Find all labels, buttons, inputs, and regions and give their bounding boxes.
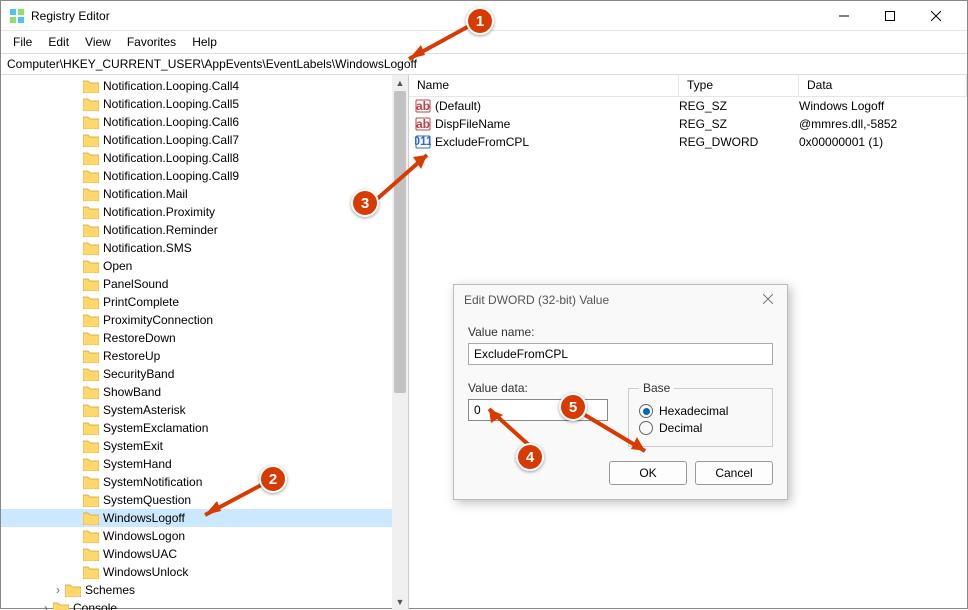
dialog-titlebar[interactable]: Edit DWORD (32-bit) Value xyxy=(454,285,787,315)
tree-item-restoredown[interactable]: RestoreDown xyxy=(1,329,408,347)
column-header-type[interactable]: Type xyxy=(679,75,799,96)
value-row-dispfilename[interactable]: ab DispFileNameREG_SZ@mmres.dll,-5852 xyxy=(409,115,967,133)
tree-item-restoreup[interactable]: RestoreUp xyxy=(1,347,408,365)
maximize-button[interactable] xyxy=(867,1,913,31)
address-bar xyxy=(1,53,967,75)
dialog-title: Edit DWORD (32-bit) Value xyxy=(464,293,609,307)
menu-favorites[interactable]: Favorites xyxy=(119,33,184,51)
value-data: 0x00000001 (1) xyxy=(799,135,967,149)
address-input[interactable] xyxy=(1,55,967,73)
value-row-excludefromcpl[interactable]: 011 ExcludeFromCPLREG_DWORD0x00000001 (1) xyxy=(409,133,967,151)
tree-item-panelsound[interactable]: PanelSound xyxy=(1,275,408,293)
tree-item-notification-looping-call4[interactable]: Notification.Looping.Call4 xyxy=(1,77,408,95)
tree-item-notification-looping-call5[interactable]: Notification.Looping.Call5 xyxy=(1,95,408,113)
tree-item-showband[interactable]: ShowBand xyxy=(1,383,408,401)
value-row--default-[interactable]: ab (Default)REG_SZWindows Logoff xyxy=(409,97,967,115)
scroll-down-button[interactable]: ▼ xyxy=(392,594,408,610)
scroll-track[interactable] xyxy=(392,91,408,594)
values-header: Name Type Data xyxy=(409,75,967,97)
tree-scrollbar[interactable]: ▲ ▼ xyxy=(392,75,408,610)
value-data-field[interactable] xyxy=(468,399,608,421)
menu-file[interactable]: File xyxy=(5,33,40,51)
menu-help[interactable]: Help xyxy=(184,33,225,51)
close-icon xyxy=(763,294,773,304)
step-badge-5: 5 xyxy=(559,393,587,421)
ok-button[interactable]: OK xyxy=(609,461,687,485)
tree-item-notification-reminder[interactable]: Notification.Reminder xyxy=(1,221,408,239)
radio-decimal[interactable]: Decimal xyxy=(639,421,762,435)
step-badge-3: 3 xyxy=(351,189,379,217)
value-name-label: Value name: xyxy=(468,325,773,339)
edit-dword-dialog: Edit DWORD (32-bit) Value Value name: Va… xyxy=(453,284,788,500)
tree-item-systemexit[interactable]: SystemExit xyxy=(1,437,408,455)
radio-dec-label: Decimal xyxy=(659,421,702,435)
tree-item-systemhand[interactable]: SystemHand xyxy=(1,455,408,473)
chevron-right-icon: › xyxy=(51,583,65,597)
tree-item-notification-proximity[interactable]: Notification.Proximity xyxy=(1,203,408,221)
radio-icon xyxy=(639,421,653,435)
cancel-button[interactable]: Cancel xyxy=(695,461,773,485)
value-type: REG_SZ xyxy=(679,117,799,131)
step-badge-2: 2 xyxy=(259,465,287,493)
tree-item-systemquestion[interactable]: SystemQuestion xyxy=(1,491,408,509)
tree-item-notification-looping-call9[interactable]: Notification.Looping.Call9 xyxy=(1,167,408,185)
close-window-button[interactable] xyxy=(913,1,959,31)
app-icon xyxy=(9,8,25,24)
value-type: REG_SZ xyxy=(679,99,799,113)
window-title: Registry Editor xyxy=(31,9,821,23)
value-name: ExcludeFromCPL xyxy=(435,135,679,149)
tree-pane[interactable]: Notification.Looping.Call4Notification.L… xyxy=(1,75,409,610)
menu-view[interactable]: View xyxy=(77,33,119,51)
tree-item-proximityconnection[interactable]: ProximityConnection xyxy=(1,311,408,329)
value-name-field xyxy=(468,343,773,365)
scroll-thumb[interactable] xyxy=(394,91,406,393)
tree-item-windowslogoff[interactable]: WindowsLogoff xyxy=(1,509,408,527)
tree-item-printcomplete[interactable]: PrintComplete xyxy=(1,293,408,311)
column-header-name[interactable]: Name xyxy=(409,75,679,96)
value-data-label: Value data: xyxy=(468,381,608,395)
tree-item-windowsunlock[interactable]: WindowsUnlock xyxy=(1,563,408,581)
tree-item-console[interactable]: ›Console xyxy=(1,599,408,610)
svg-text:011: 011 xyxy=(415,134,431,148)
tree-item-systemexclamation[interactable]: SystemExclamation xyxy=(1,419,408,437)
tree-item-open[interactable]: Open xyxy=(1,257,408,275)
tree-item-notification-mail[interactable]: Notification.Mail xyxy=(1,185,408,203)
step-badge-4: 4 xyxy=(516,443,544,471)
scroll-up-button[interactable]: ▲ xyxy=(392,75,408,91)
svg-text:ab: ab xyxy=(416,117,430,131)
radio-hexadecimal[interactable]: Hexadecimal xyxy=(639,404,762,418)
dialog-close-button[interactable] xyxy=(759,289,777,311)
tree-item-schemes[interactable]: ›Schemes xyxy=(1,581,408,599)
value-data: Windows Logoff xyxy=(799,99,967,113)
tree-item-notification-looping-call6[interactable]: Notification.Looping.Call6 xyxy=(1,113,408,131)
minimize-button[interactable] xyxy=(821,1,867,31)
tree-item-systemnotification[interactable]: SystemNotification xyxy=(1,473,408,491)
column-header-data[interactable]: Data xyxy=(799,75,967,96)
tree-item-systemasterisk[interactable]: SystemAsterisk xyxy=(1,401,408,419)
svg-text:ab: ab xyxy=(416,99,430,113)
tree-item-securityband[interactable]: SecurityBand xyxy=(1,365,408,383)
base-group-label: Base xyxy=(639,381,674,395)
radio-hex-label: Hexadecimal xyxy=(659,404,728,418)
value-type: REG_DWORD xyxy=(679,135,799,149)
menu-edit[interactable]: Edit xyxy=(40,33,77,51)
tree-item-notification-looping-call8[interactable]: Notification.Looping.Call8 xyxy=(1,149,408,167)
radio-icon xyxy=(639,404,653,418)
tree-item-windowslogon[interactable]: WindowsLogon xyxy=(1,527,408,545)
tree-item-notification-sms[interactable]: Notification.SMS xyxy=(1,239,408,257)
step-badge-1: 1 xyxy=(466,7,494,35)
value-data: @mmres.dll,-5852 xyxy=(799,117,967,131)
tree-item-windowsuac[interactable]: WindowsUAC xyxy=(1,545,408,563)
value-name: DispFileName xyxy=(435,117,679,131)
tree-item-notification-looping-call7[interactable]: Notification.Looping.Call7 xyxy=(1,131,408,149)
value-name: (Default) xyxy=(435,99,679,113)
